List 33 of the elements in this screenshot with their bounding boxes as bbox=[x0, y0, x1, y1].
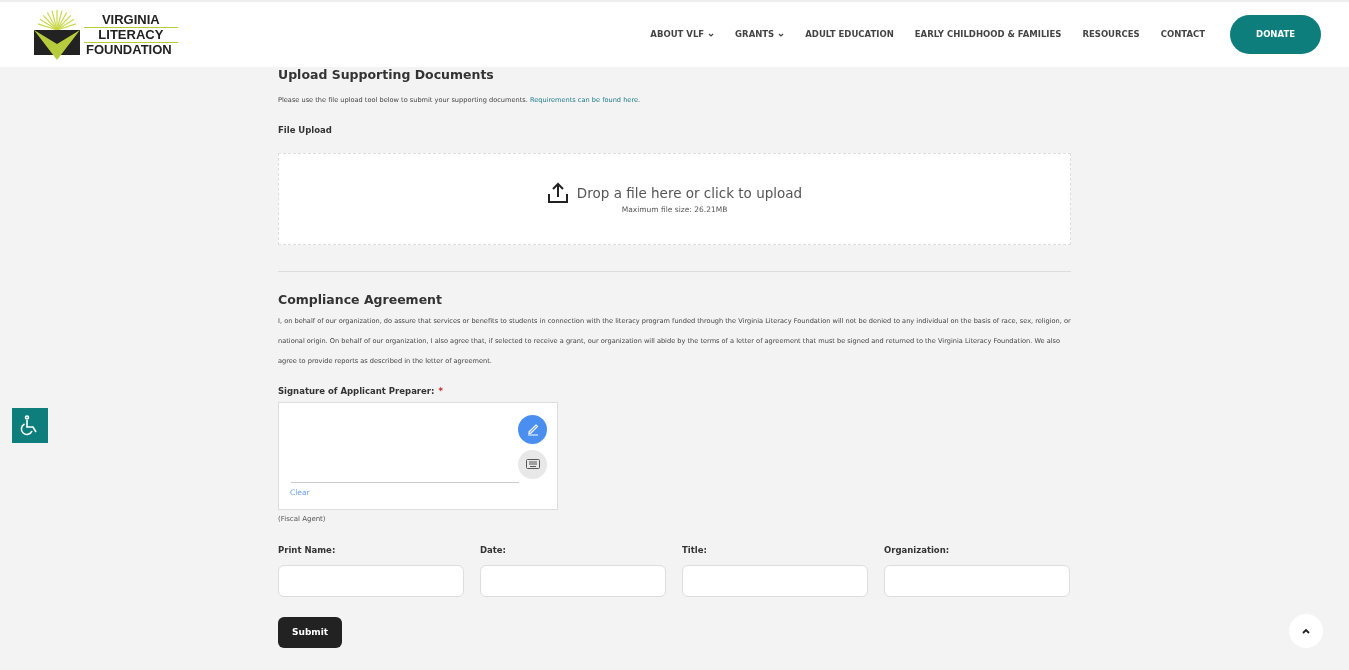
text-input[interactable] bbox=[884, 564, 1070, 597]
wheelchair-icon bbox=[20, 414, 40, 437]
drop-text: Drop a file here or click to upload bbox=[576, 184, 803, 203]
nav-link[interactable]: ADULT EDUCATION bbox=[805, 28, 894, 41]
field-label: Organization: bbox=[884, 544, 951, 557]
type-button[interactable] bbox=[518, 449, 547, 479]
text-input[interactable] bbox=[480, 564, 666, 597]
donate-button[interactable]: DONATE bbox=[1230, 15, 1321, 54]
nav-link[interactable]: RESOURCES bbox=[1082, 28, 1140, 41]
field-label: File Upload bbox=[278, 124, 333, 137]
nav-link[interactable]: ABOUT VLF bbox=[650, 28, 715, 41]
nav-link[interactable]: EARLY CHILDHOOD & FAMILIES bbox=[914, 28, 1062, 41]
chevron-up-icon bbox=[1302, 628, 1310, 634]
logo-wordmark: VIRGINIA LITERACY FOUNDATION bbox=[84, 12, 178, 57]
submit-button[interactable]: Submit bbox=[278, 616, 343, 649]
draw-button[interactable] bbox=[518, 414, 547, 444]
field-label: Title: bbox=[682, 544, 708, 557]
keyboard-icon bbox=[525, 459, 540, 469]
required-mark: * bbox=[438, 385, 443, 396]
field-label: Print Name: bbox=[278, 544, 337, 557]
field-label: Date: bbox=[480, 544, 508, 557]
logo-mark-icon bbox=[34, 7, 80, 62]
upload-icon bbox=[546, 182, 569, 205]
scroll-to-top-button[interactable] bbox=[1289, 614, 1323, 648]
section-heading: Compliance Agreement bbox=[278, 291, 443, 307]
text-input[interactable] bbox=[278, 564, 464, 597]
nav-link[interactable]: CONTACT bbox=[1160, 28, 1206, 41]
text-input[interactable] bbox=[682, 564, 868, 597]
nav-link[interactable]: GRANTS bbox=[735, 28, 785, 41]
accessibility-button[interactable] bbox=[12, 408, 48, 443]
section-heading: Upload Supporting Documents bbox=[278, 67, 495, 82]
signature-label: Signature of Applicant Preparer: bbox=[278, 385, 435, 396]
pen-icon bbox=[525, 422, 540, 436]
